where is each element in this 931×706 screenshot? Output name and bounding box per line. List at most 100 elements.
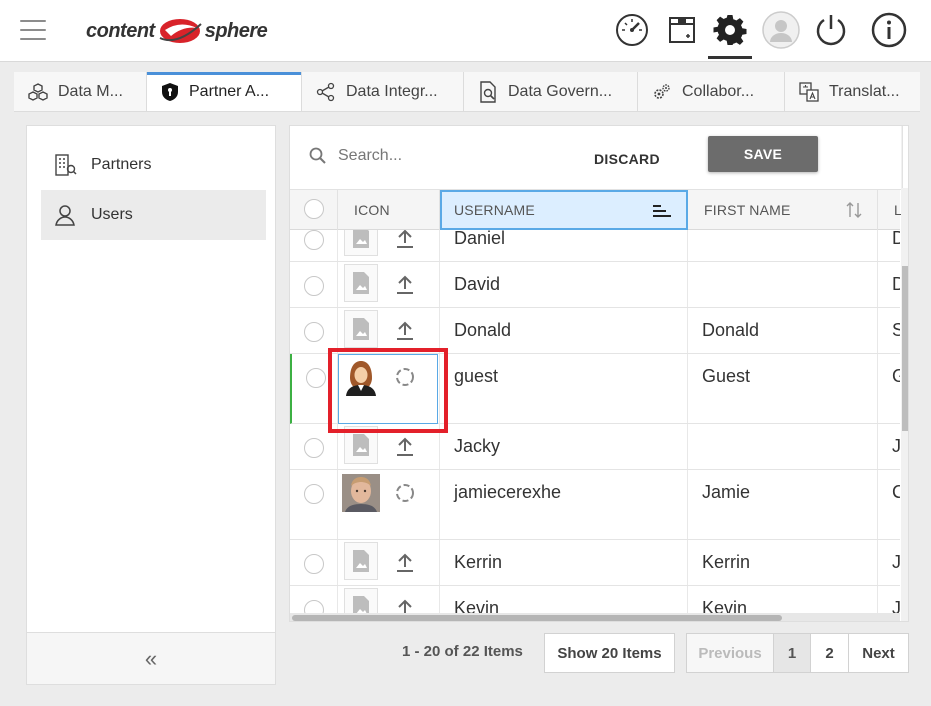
refresh-spinner-icon[interactable]	[394, 366, 416, 388]
tab-translation[interactable]: Translat...	[785, 72, 920, 111]
first-name-cell: Donald	[702, 320, 760, 340]
upload-icon[interactable]	[394, 552, 416, 574]
search-input[interactable]	[338, 147, 538, 165]
select-all-radio[interactable]	[304, 199, 324, 219]
shield-icon	[162, 82, 178, 101]
pager-info: 1 - 20 of 22 Items	[402, 643, 523, 660]
last-name-cell: S	[892, 320, 900, 341]
table-row[interactable]: Jacky J	[290, 424, 900, 470]
page-1-button[interactable]: 1	[773, 633, 811, 673]
first-name-cell: Kevin	[702, 598, 748, 613]
table-row[interactable]: Kerrin Kerrin J	[290, 540, 900, 586]
image-placeholder-icon	[344, 230, 378, 256]
dashboard-icon[interactable]	[612, 10, 652, 50]
column-header-username[interactable]: USERNAME	[440, 190, 688, 230]
row-select-radio[interactable]	[304, 230, 324, 250]
document-search-icon	[480, 80, 496, 103]
save-button[interactable]: SAVE	[708, 136, 818, 172]
last-name-cell: D	[892, 274, 900, 295]
column-header-last-name[interactable]: L	[878, 190, 902, 230]
grid-body: Daniel D David D Donald Donald S	[290, 230, 900, 613]
username-cell: Jacky	[454, 436, 501, 456]
row-select-radio[interactable]	[304, 322, 324, 342]
row-select-radio[interactable]	[304, 438, 324, 458]
username-cell: jamiecerexhe	[454, 482, 562, 502]
row-select-radio[interactable]	[304, 484, 324, 504]
double-chevron-left-icon: «	[144, 645, 158, 671]
image-placeholder-icon	[344, 542, 378, 580]
share-nodes-icon	[316, 82, 335, 101]
column-header-first-name[interactable]: FIRST NAME	[688, 190, 878, 230]
column-header-icon[interactable]: ICON	[338, 190, 440, 230]
user-avatar-icon[interactable]	[761, 10, 801, 50]
vertical-scrollbar[interactable]	[901, 126, 908, 621]
username-cell: Donald	[454, 320, 512, 340]
upload-icon[interactable]	[394, 230, 416, 250]
male-avatar-photo	[342, 474, 380, 512]
tab-collaboration[interactable]: Collabor...	[638, 72, 785, 111]
first-name-cell: Kerrin	[702, 552, 751, 572]
vertical-scrollbar-thumb[interactable]	[902, 266, 908, 431]
last-name-cell: J	[892, 552, 900, 573]
module-tabs: Data M... Partner A... Data Integr... Da…	[14, 72, 920, 112]
image-placeholder-icon	[344, 426, 378, 464]
tab-label: Collabor...	[682, 82, 755, 100]
search-icon	[309, 147, 326, 164]
tab-data-integration[interactable]: Data Integr...	[302, 72, 464, 111]
grid-toolbar: DISCARD SAVE	[290, 126, 908, 190]
navigation-panel: Partners Users «	[26, 125, 276, 685]
translate-icon	[799, 81, 819, 102]
refresh-spinner-icon[interactable]	[394, 482, 416, 504]
last-name-cell: D	[892, 230, 900, 249]
top-bar: content sphere	[0, 0, 931, 62]
page-2-button[interactable]: 2	[810, 633, 849, 673]
page-size-button[interactable]: Show 20 Items	[544, 633, 675, 673]
upload-icon[interactable]	[394, 274, 416, 296]
table-row[interactable]: Donald Donald S	[290, 308, 900, 354]
horizontal-scrollbar-thumb[interactable]	[292, 615, 782, 621]
sort-ascending-icon[interactable]	[652, 204, 672, 218]
table-row[interactable]: Daniel D	[290, 230, 900, 262]
tab-partner-administration[interactable]: Partner A...	[147, 72, 302, 111]
tab-label: Data Integr...	[346, 82, 438, 100]
search-box	[308, 146, 538, 166]
collapse-panel-button[interactable]: «	[27, 632, 275, 684]
row-select-radio[interactable]	[304, 600, 324, 613]
tab-data-management[interactable]: Data M...	[14, 72, 147, 111]
power-icon[interactable]	[811, 10, 851, 50]
first-name-cell: Jamie	[702, 482, 751, 502]
upload-icon[interactable]	[394, 436, 416, 458]
discard-button[interactable]: DISCARD	[580, 144, 674, 174]
sidebar-item-partners[interactable]: Partners	[41, 140, 266, 190]
row-select-radio[interactable]	[306, 368, 326, 388]
header-select-cell	[290, 190, 338, 230]
last-name-cell: J	[892, 598, 900, 613]
image-placeholder-icon	[344, 264, 378, 302]
sidebar-item-users[interactable]: Users	[41, 190, 266, 240]
tab-label: Translat...	[829, 82, 900, 100]
next-page-button[interactable]: Next	[848, 633, 909, 673]
horizontal-scrollbar[interactable]	[290, 613, 900, 621]
username-cell: Kerrin	[454, 552, 503, 572]
archive-box-icon[interactable]	[662, 10, 702, 50]
upload-icon[interactable]	[394, 320, 416, 342]
username-cell: Kevin	[454, 598, 500, 613]
table-row[interactable]: Kevin Kevin J	[290, 586, 900, 613]
table-row-active[interactable]: guest Guest G	[290, 354, 900, 424]
hamburger-menu-icon[interactable]	[20, 20, 46, 40]
row-select-radio[interactable]	[304, 554, 324, 574]
content-sphere-logo[interactable]: content sphere	[86, 14, 268, 48]
table-row[interactable]: David D	[290, 262, 900, 308]
sort-both-icon[interactable]	[845, 201, 863, 219]
previous-page-button[interactable]: Previous	[686, 633, 774, 673]
last-name-cell: G	[892, 366, 900, 387]
upload-icon[interactable]	[394, 598, 416, 613]
tab-data-governance[interactable]: Data Govern...	[464, 72, 638, 111]
row-select-radio[interactable]	[304, 276, 324, 296]
logo-text-left: content	[86, 19, 155, 42]
table-row[interactable]: jamiecerexhe Jamie C	[290, 470, 900, 540]
users-grid-panel: DISCARD SAVE ICON USERNAME FIRST NAME L	[289, 125, 909, 622]
info-icon[interactable]	[869, 10, 909, 50]
settings-gear-icon[interactable]	[708, 10, 752, 59]
building-icon	[55, 154, 77, 176]
